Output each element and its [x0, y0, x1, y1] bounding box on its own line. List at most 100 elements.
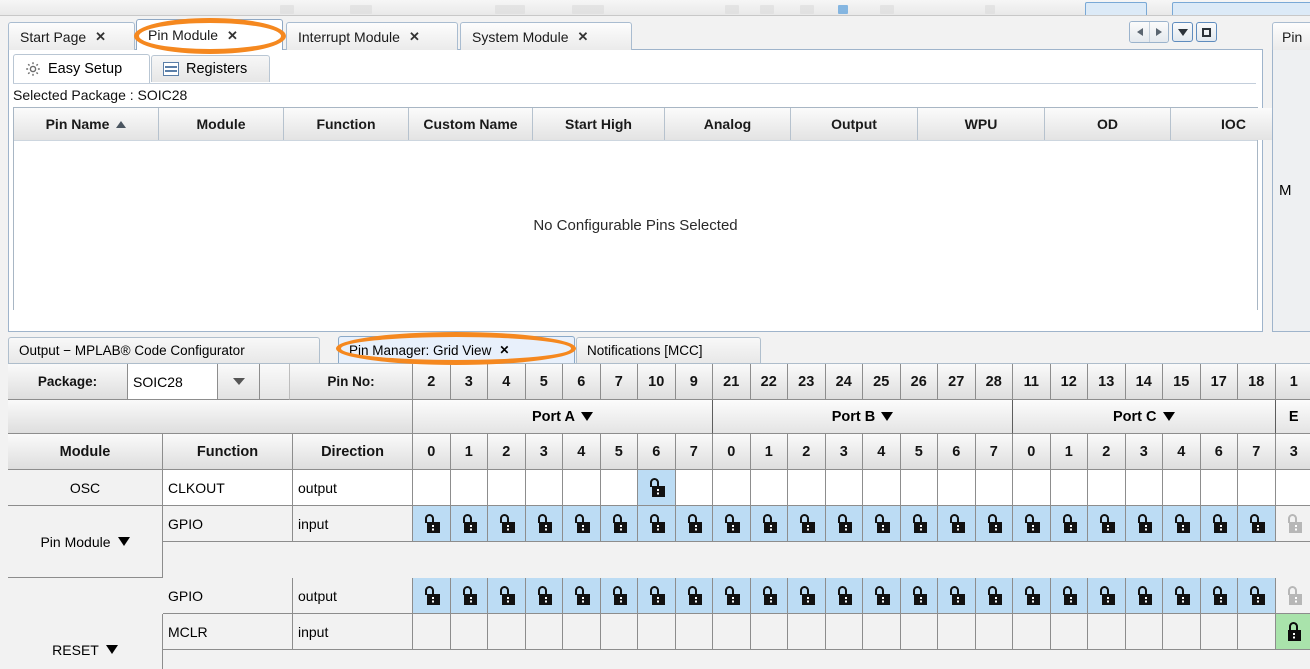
- close-icon[interactable]: ✕: [95, 30, 106, 43]
- pin-number-header[interactable]: 23: [788, 364, 826, 400]
- grid-pin-cell-assigned[interactable]: [1275, 578, 1310, 614]
- toolbar-field[interactable]: [1172, 2, 1310, 15]
- grid-pin-cell[interactable]: [788, 470, 826, 506]
- scroll-left-button[interactable]: [1130, 22, 1149, 42]
- grid-pin-cell[interactable]: [713, 470, 751, 506]
- grid-pin-cell[interactable]: [1163, 614, 1201, 650]
- pin-bit-header[interactable]: 7: [675, 434, 713, 470]
- pin-number-header[interactable]: 13: [1088, 364, 1126, 400]
- grid-pin-cell-assigned[interactable]: [900, 578, 938, 614]
- lock-open-icon[interactable]: [648, 586, 665, 605]
- pin-bit-header[interactable]: 3: [1275, 434, 1310, 470]
- grid-pin-cell[interactable]: [713, 614, 751, 650]
- grid-pin-cell[interactable]: [1013, 614, 1051, 650]
- grid-pin-cell-assigned[interactable]: [825, 506, 863, 542]
- grid-pin-cell[interactable]: [1163, 470, 1201, 506]
- lock-closed-icon[interactable]: [1285, 622, 1302, 641]
- pin-bit-header[interactable]: 3: [1125, 434, 1163, 470]
- grid-pin-cell[interactable]: [975, 614, 1013, 650]
- pin-number-header[interactable]: 26: [900, 364, 938, 400]
- grid-module-cell[interactable]: RESET: [8, 614, 163, 669]
- pin-bit-header[interactable]: 2: [788, 434, 826, 470]
- column-header-module[interactable]: Module: [159, 108, 284, 140]
- lock-open-icon[interactable]: [1135, 514, 1153, 533]
- port-group-header-port-a[interactable]: Port A: [413, 400, 713, 434]
- grid-module-cell[interactable]: OSC: [8, 470, 163, 506]
- grid-pin-cell[interactable]: [600, 470, 638, 506]
- grid-pin-cell[interactable]: [900, 470, 938, 506]
- lock-open-icon[interactable]: [423, 514, 440, 533]
- grid-pin-cell-assigned[interactable]: [525, 506, 563, 542]
- pin-number-header[interactable]: 3: [450, 364, 488, 400]
- grid-pin-cell-assigned[interactable]: [675, 506, 713, 542]
- pin-number-header[interactable]: 7: [600, 364, 638, 400]
- toolbar-field[interactable]: [1085, 2, 1147, 15]
- grid-pin-cell-assigned[interactable]: [488, 578, 526, 614]
- grid-pin-cell-assigned[interactable]: [1275, 506, 1310, 542]
- pin-number-header[interactable]: 18: [1238, 364, 1276, 400]
- pin-bit-header[interactable]: 0: [413, 434, 451, 470]
- grid-pin-cell-assigned[interactable]: [900, 506, 938, 542]
- port-group-header-port-b[interactable]: Port B: [713, 400, 1013, 434]
- lock-open-icon[interactable]: [648, 514, 665, 533]
- grid-pin-cell-assigned[interactable]: [1013, 506, 1051, 542]
- lock-open-icon[interactable]: [498, 514, 515, 533]
- right-panel-tab[interactable]: Pin: [1272, 22, 1310, 50]
- grid-pin-cell[interactable]: [413, 614, 451, 650]
- pin-number-header[interactable]: 22: [750, 364, 788, 400]
- pin-bit-header[interactable]: 4: [863, 434, 901, 470]
- pin-bit-header[interactable]: 6: [1200, 434, 1238, 470]
- grid-pin-cell-assigned[interactable]: [675, 578, 713, 614]
- pin-number-header[interactable]: 1: [1275, 364, 1310, 400]
- grid-pin-cell-assigned[interactable]: [1163, 506, 1201, 542]
- grid-pin-cell[interactable]: [1088, 470, 1126, 506]
- grid-pin-cell-assigned[interactable]: [1163, 578, 1201, 614]
- grid-pin-cell-assigned[interactable]: [1013, 578, 1051, 614]
- pin-bit-header[interactable]: 3: [525, 434, 563, 470]
- close-icon[interactable]: ✕: [499, 343, 509, 357]
- column-header-output[interactable]: Output: [791, 108, 918, 140]
- grid-function-cell[interactable]: GPIO: [163, 578, 293, 614]
- lock-open-icon[interactable]: [1173, 514, 1190, 533]
- grid-pin-cell[interactable]: [1200, 614, 1238, 650]
- pin-number-header[interactable]: 12: [1050, 364, 1088, 400]
- grid-pin-cell[interactable]: [900, 614, 938, 650]
- lock-open-icon[interactable]: [948, 586, 965, 605]
- lock-open-icon[interactable]: [423, 586, 440, 605]
- lock-open-icon[interactable]: [1285, 586, 1303, 605]
- grid-pin-cell-assigned[interactable]: [488, 506, 526, 542]
- grid-pin-cell-assigned[interactable]: [938, 578, 976, 614]
- scroll-right-button[interactable]: [1149, 22, 1168, 42]
- lock-open-icon[interactable]: [1023, 586, 1040, 605]
- lock-open-icon[interactable]: [535, 514, 553, 533]
- lock-open-icon[interactable]: [1248, 514, 1265, 533]
- grid-pin-cell-assigned[interactable]: [863, 578, 901, 614]
- pin-number-header[interactable]: 4: [488, 364, 526, 400]
- pin-number-header[interactable]: 5: [525, 364, 563, 400]
- lock-open-icon[interactable]: [760, 514, 778, 533]
- column-header-wpu[interactable]: WPU: [918, 108, 1045, 140]
- grid-column-header-direction[interactable]: Direction: [293, 434, 413, 470]
- lock-open-icon[interactable]: [723, 514, 740, 533]
- editor-tab-interrupt-module[interactable]: Interrupt Module ✕: [286, 22, 458, 50]
- lock-open-icon[interactable]: [498, 586, 515, 605]
- grid-pin-cell-assigned[interactable]: [450, 506, 488, 542]
- pin-bit-header[interactable]: 6: [938, 434, 976, 470]
- grid-pin-cell[interactable]: [1125, 614, 1163, 650]
- maximize-window-button[interactable]: [1196, 22, 1217, 42]
- pin-bit-header[interactable]: 6: [638, 434, 676, 470]
- grid-pin-cell[interactable]: [450, 470, 488, 506]
- grid-pin-cell[interactable]: [1238, 614, 1276, 650]
- grid-pin-cell[interactable]: [488, 470, 526, 506]
- lock-open-icon[interactable]: [685, 514, 703, 533]
- pin-number-header[interactable]: 9: [675, 364, 713, 400]
- lock-open-icon[interactable]: [910, 586, 928, 605]
- close-icon[interactable]: ✕: [409, 30, 420, 43]
- column-header-custom-name[interactable]: Custom Name: [409, 108, 533, 140]
- grid-pin-cell[interactable]: [638, 614, 676, 650]
- grid-pin-cell-assigned[interactable]: [750, 578, 788, 614]
- column-header-pin-name[interactable]: Pin Name: [14, 108, 159, 140]
- lock-open-icon[interactable]: [835, 514, 853, 533]
- grid-pin-cell-assigned[interactable]: [638, 506, 676, 542]
- grid-pin-cell-assigned[interactable]: [1088, 506, 1126, 542]
